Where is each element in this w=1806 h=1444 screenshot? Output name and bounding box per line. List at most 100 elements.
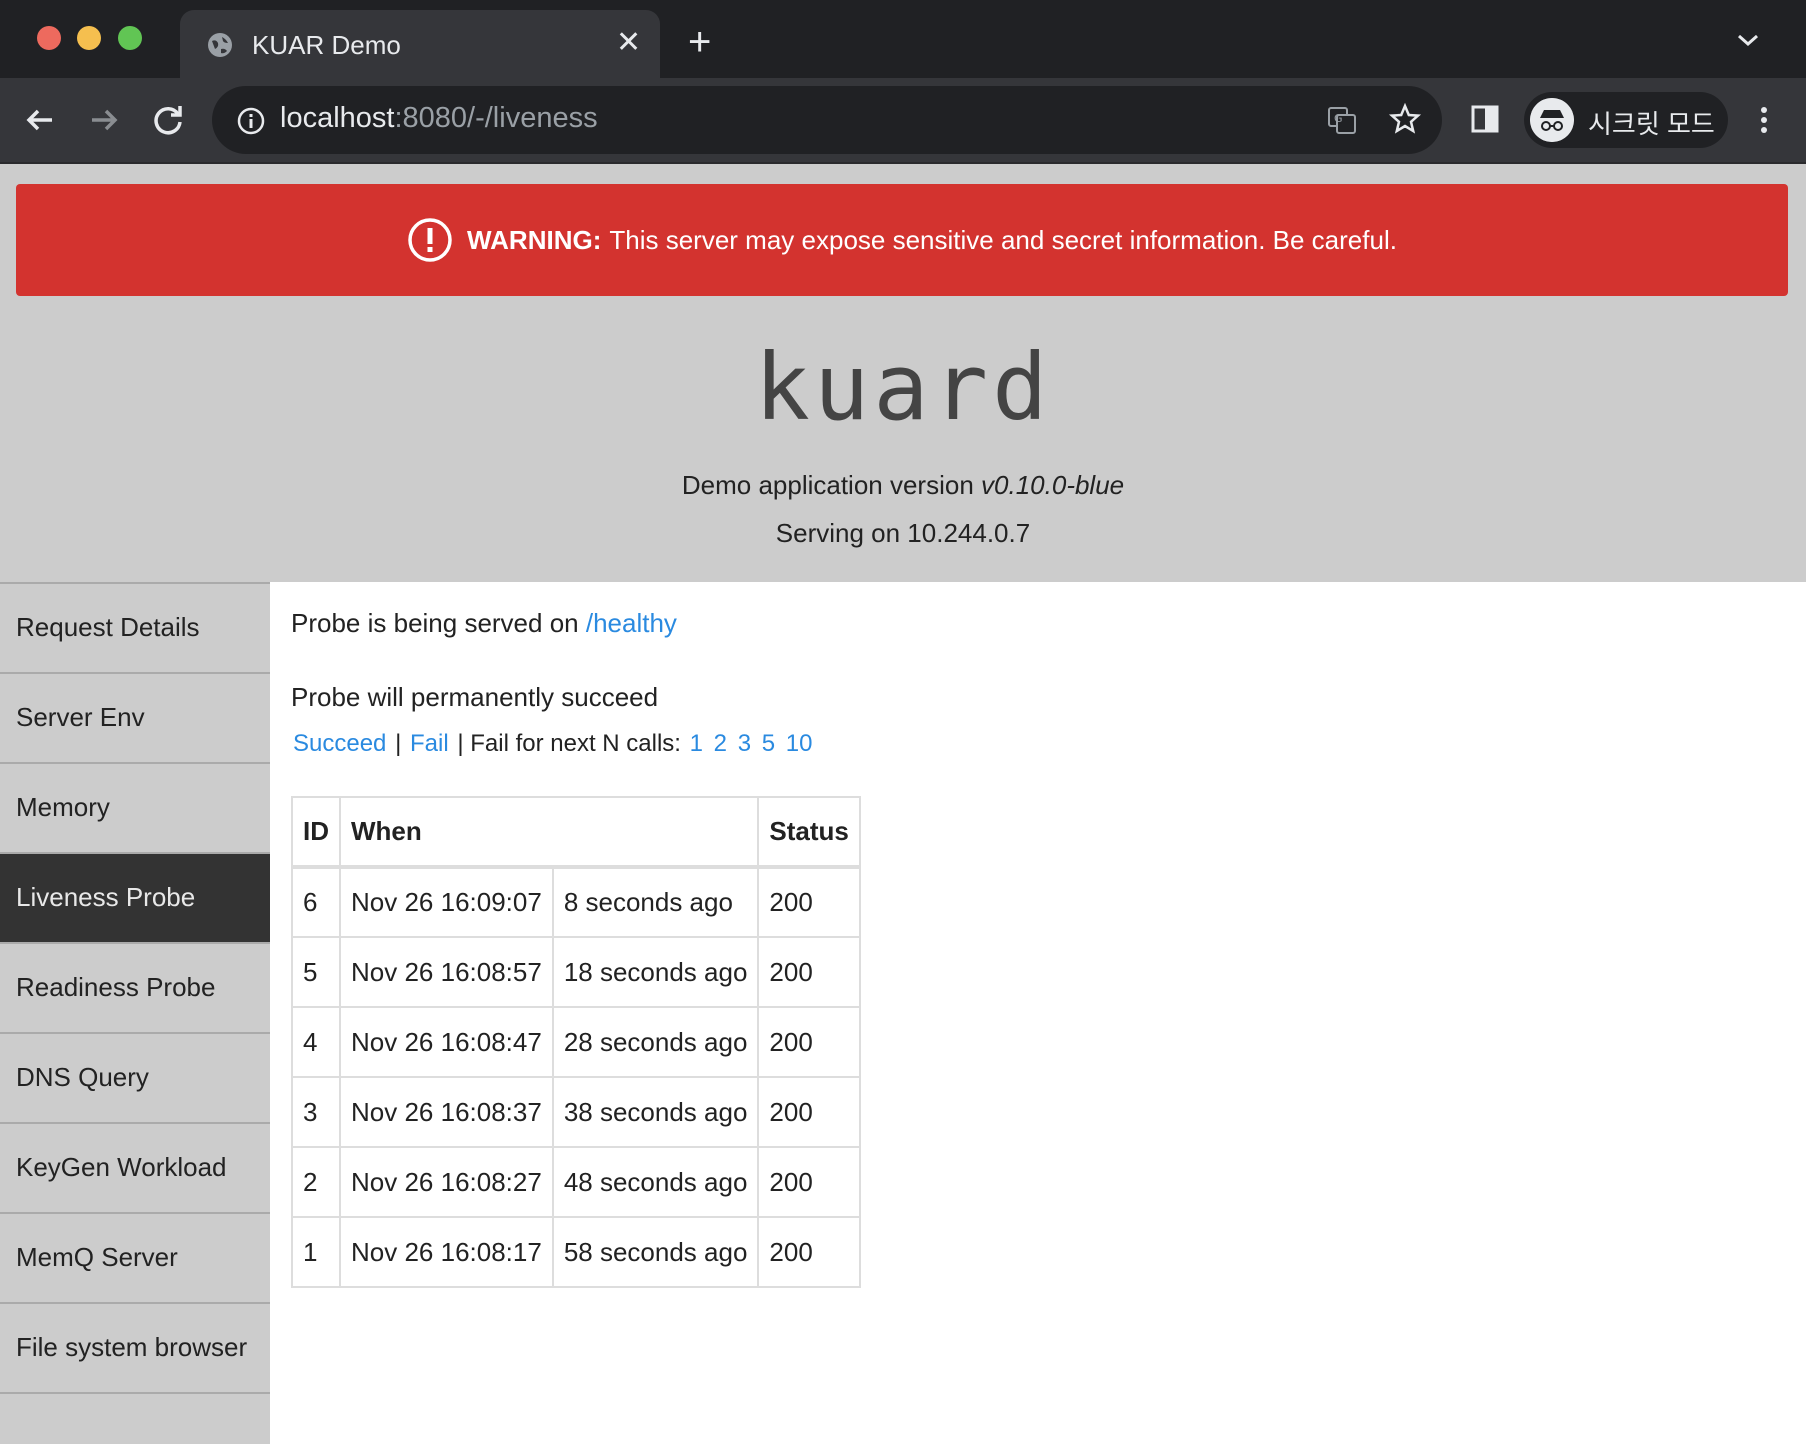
row-status: 200 xyxy=(757,866,861,938)
row-time: Nov 26 16:08:37 xyxy=(339,1076,554,1148)
probe-served-prefix: Probe is being served on xyxy=(291,608,579,638)
sidebar-item-liveness-probe[interactable]: Liveness Probe xyxy=(0,852,270,942)
close-window-button[interactable] xyxy=(37,26,61,50)
browser-toolbar: localhost:8080/-/liveness G 시크릿 모드 xyxy=(0,78,1806,164)
row-status: 200 xyxy=(757,1006,861,1078)
table-row: 5 Nov 26 16:08:57 18 seconds ago 200 xyxy=(291,936,861,1008)
sidebar-item-memq-server[interactable]: MemQ Server xyxy=(0,1212,270,1302)
row-ago: 28 seconds ago xyxy=(551,1006,760,1078)
sidebar-item-label: Request Details xyxy=(16,612,200,642)
app-version: Demo application version v0.10.0-blue xyxy=(0,470,1806,501)
row-id: 6 xyxy=(291,866,341,938)
succeed-link[interactable]: Succeed xyxy=(293,730,386,757)
row-time: Nov 26 16:08:57 xyxy=(339,936,554,1008)
sidebar-item-file-system-browser[interactable]: File system browser xyxy=(0,1302,270,1392)
incognito-label: 시크릿 모드 xyxy=(1588,109,1715,139)
new-tab-icon[interactable]: + xyxy=(688,22,711,62)
column-header-when: When xyxy=(338,796,760,869)
sidebar-item-request-details[interactable]: Request Details xyxy=(0,582,270,672)
more-menu-icon[interactable] xyxy=(1752,102,1776,138)
sidebar-item-readiness-probe[interactable]: Readiness Probe xyxy=(0,942,270,1032)
row-ago: 18 seconds ago xyxy=(551,936,760,1008)
incognito-profile-button[interactable]: 시크릿 모드 xyxy=(1524,92,1728,148)
row-ago: 38 seconds ago xyxy=(551,1076,760,1148)
sidebar-item-label: Server Env xyxy=(16,702,145,732)
tab-title: KUAR Demo xyxy=(252,30,401,60)
row-time: Nov 26 16:08:17 xyxy=(339,1216,554,1288)
table-row: 1 Nov 26 16:08:17 58 seconds ago 200 xyxy=(291,1216,861,1288)
row-time: Nov 26 16:09:07 xyxy=(339,866,554,938)
row-status: 200 xyxy=(757,1216,861,1288)
row-status: 200 xyxy=(757,1076,861,1148)
column-header-id: ID xyxy=(291,796,341,869)
separator: | xyxy=(395,730,402,757)
sidebar-item-memory[interactable]: Memory xyxy=(0,762,270,852)
row-status: 200 xyxy=(757,936,861,1008)
table-row: 4 Nov 26 16:08:47 28 seconds ago 200 xyxy=(291,1006,861,1078)
fail-n-3-link[interactable]: 3 xyxy=(738,730,751,757)
fail-next-n-label: Fail for next N calls: xyxy=(470,730,681,757)
probe-controls: Succeed | Fail | Fail for next N calls: … xyxy=(291,730,814,758)
incognito-icon xyxy=(1530,98,1574,142)
sidebar-item-label: MemQ Server xyxy=(16,1242,178,1272)
separator: | xyxy=(457,730,464,757)
warning-banner: WARNING: This server may expose sensitiv… xyxy=(16,184,1788,296)
probe-status-text: Probe will permanently succeed xyxy=(291,682,659,712)
fail-n-1-link[interactable]: 1 xyxy=(690,730,703,757)
browser-tab[interactable]: KUAR Demo ✕ xyxy=(180,10,660,78)
fail-link[interactable]: Fail xyxy=(410,730,449,757)
fail-n-5-link[interactable]: 5 xyxy=(762,730,775,757)
translate-icon[interactable]: G xyxy=(1326,104,1358,136)
serving-address: Serving on 10.244.0.7 xyxy=(775,518,1031,548)
warning-icon xyxy=(408,218,452,262)
probe-history-table: ID When Status 6 Nov 26 16:09:07 8 secon… xyxy=(291,796,861,1288)
table-header-row: ID When Status xyxy=(291,796,861,869)
url-path: :8080/-/liveness xyxy=(394,102,598,134)
sidebar-item-label: Memory xyxy=(16,792,110,822)
browser-tab-bar: KUAR Demo ✕ + xyxy=(0,0,1806,78)
minimize-window-button[interactable] xyxy=(77,26,101,50)
sidebar-item-label: Readiness Probe xyxy=(16,972,216,1002)
address-bar[interactable]: localhost:8080/-/liveness G xyxy=(212,86,1442,154)
site-info-icon[interactable] xyxy=(236,106,266,136)
warning-label: WARNING: xyxy=(467,224,602,255)
sidebar-item-label: DNS Query xyxy=(16,1062,149,1092)
maximize-window-button[interactable] xyxy=(118,26,142,50)
fail-n-2-link[interactable]: 2 xyxy=(714,730,727,757)
back-arrow-icon[interactable] xyxy=(18,98,62,142)
probe-served-line: Probe is being served on /healthy xyxy=(291,608,677,639)
row-id: 1 xyxy=(291,1216,341,1288)
reload-icon[interactable] xyxy=(146,98,190,142)
svg-text:G: G xyxy=(1334,112,1343,125)
row-ago: 58 seconds ago xyxy=(551,1216,760,1288)
sidebar-item-keygen-workload[interactable]: KeyGen Workload xyxy=(0,1122,270,1212)
sidebar-item-dns-query[interactable]: DNS Query xyxy=(0,1032,270,1122)
sidebar-nav: Request Details Server Env Memory Livene… xyxy=(0,582,270,1444)
row-id: 3 xyxy=(291,1076,341,1148)
liveness-panel: Probe is being served on /healthy Probe … xyxy=(270,582,1806,1444)
row-time: Nov 26 16:08:47 xyxy=(339,1006,554,1078)
side-panel-icon[interactable] xyxy=(1470,104,1500,134)
row-time: Nov 26 16:08:27 xyxy=(339,1146,554,1218)
table-row: 2 Nov 26 16:08:27 48 seconds ago 200 xyxy=(291,1146,861,1218)
sidebar-item-label: KeyGen Workload xyxy=(16,1152,227,1182)
fail-n-10-link[interactable]: 10 xyxy=(786,730,813,757)
chevron-down-icon[interactable] xyxy=(1736,30,1760,50)
warning-text: This server may expose sensitive and sec… xyxy=(609,224,1397,255)
sidebar-item-server-env[interactable]: Server Env xyxy=(0,672,270,762)
globe-icon xyxy=(208,33,232,57)
forward-arrow-icon[interactable] xyxy=(82,98,126,142)
version-prefix: Demo application version xyxy=(681,470,974,500)
bookmark-star-icon[interactable] xyxy=(1388,102,1422,136)
url-host: localhost xyxy=(280,102,395,134)
sidebar-divider xyxy=(0,1392,270,1444)
row-id: 5 xyxy=(291,936,341,1008)
row-id: 2 xyxy=(291,1146,341,1218)
sidebar-item-label: Liveness Probe xyxy=(16,882,196,912)
row-status: 200 xyxy=(757,1146,861,1218)
close-tab-icon[interactable]: ✕ xyxy=(616,28,641,58)
table-row: 3 Nov 26 16:08:37 38 seconds ago 200 xyxy=(291,1076,861,1148)
row-id: 4 xyxy=(291,1006,341,1078)
healthy-link[interactable]: /healthy xyxy=(586,608,677,638)
url-text[interactable]: localhost:8080/-/liveness xyxy=(280,102,598,135)
